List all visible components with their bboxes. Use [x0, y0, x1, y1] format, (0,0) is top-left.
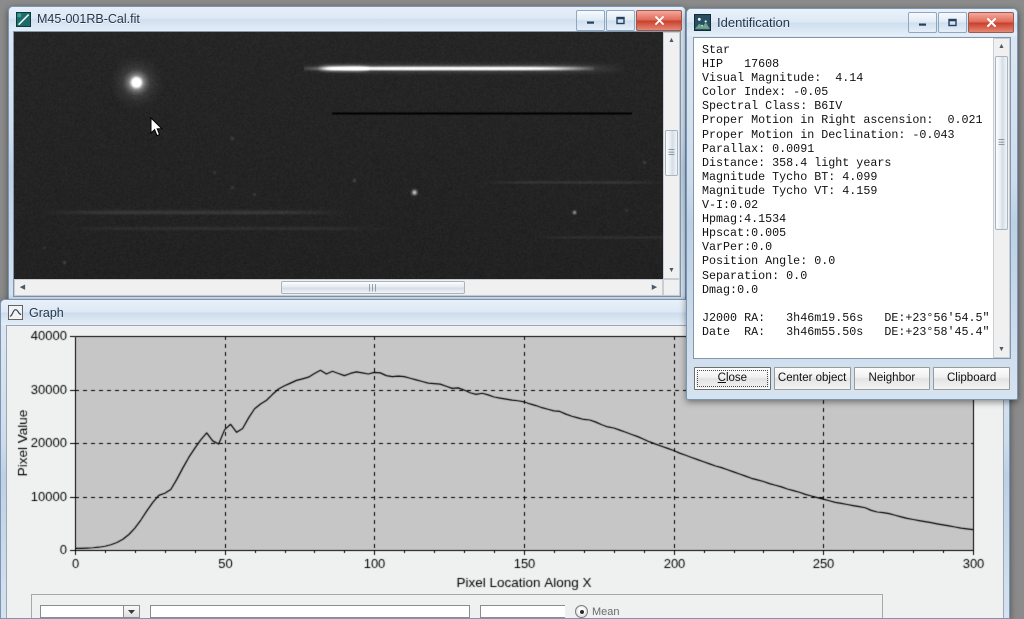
- identification-body-text: Star HIP 17608 Visual Magnitude: 4.14 Co…: [702, 43, 990, 339]
- image-vertical-scrollbar[interactable]: ▲ ☰ ▼: [663, 32, 680, 279]
- identification-button-row[interactable]: Close Center object Neighbor Clipboard: [693, 359, 1011, 393]
- scroll-left-icon[interactable]: ◀: [15, 280, 30, 295]
- mean-radio-label: Mean: [592, 605, 620, 618]
- minimize-icon[interactable]: [576, 10, 605, 31]
- mean-radio[interactable]: [575, 605, 588, 618]
- sky-image-canvas-wrap[interactable]: [14, 32, 663, 279]
- graph-window-title: Graph: [29, 305, 64, 320]
- image-window-titlebar[interactable]: M45-001RB-Cal.fit: [9, 7, 685, 31]
- identification-title: Identification: [717, 15, 790, 30]
- scroll-right-icon[interactable]: ▶: [647, 280, 662, 295]
- sky-image[interactable]: [14, 32, 663, 279]
- identification-scroll-thumb[interactable]: ☰: [995, 56, 1008, 230]
- identification-textbox[interactable]: Star HIP 17608 Visual Magnitude: 4.14 Co…: [693, 37, 1011, 359]
- vertical-scroll-thumb[interactable]: ☰: [665, 130, 678, 176]
- image-window[interactable]: M45-001RB-Cal.fit ▲ ☰ ▼ ◀ ||| ▶: [8, 6, 686, 302]
- maximize-icon[interactable]: [606, 10, 635, 31]
- neighbor-button[interactable]: Neighbor: [853, 366, 931, 390]
- fits-image-icon: [16, 11, 31, 27]
- mouse-cursor-icon: [150, 117, 163, 137]
- image-window-controls[interactable]: [576, 10, 682, 31]
- close-button[interactable]: Close: [694, 366, 771, 390]
- minimize-icon[interactable]: [908, 12, 937, 33]
- identification-controls[interactable]: [908, 12, 1014, 33]
- image-horizontal-scrollbar[interactable]: ◀ ||| ▶: [14, 279, 663, 296]
- close-icon[interactable]: [636, 10, 682, 31]
- scroll-up-icon[interactable]: ▲: [664, 33, 679, 48]
- mean-radio-group[interactable]: Mean: [575, 605, 620, 618]
- close-icon[interactable]: [968, 12, 1014, 33]
- graph-controls-strip[interactable]: Mean: [31, 594, 883, 618]
- identification-client[interactable]: Star HIP 17608 Visual Magnitude: 4.14 Co…: [693, 37, 1011, 393]
- scrollbar-corner: [663, 279, 680, 296]
- expression-input[interactable]: [150, 605, 470, 618]
- clipboard-button[interactable]: Clipboard: [933, 366, 1010, 390]
- image-window-title: M45-001RB-Cal.fit: [37, 12, 140, 26]
- identification-scrollbar[interactable]: ▲ ☰ ▼: [993, 38, 1010, 358]
- horizontal-scroll-thumb[interactable]: |||: [281, 281, 465, 294]
- identification-dialog[interactable]: Identification Star HIP 17608 Visual Mag…: [686, 8, 1018, 400]
- chevron-down-icon[interactable]: [123, 606, 139, 617]
- scroll-up-icon[interactable]: ▲: [994, 39, 1009, 54]
- graph-curve-icon: [8, 305, 23, 320]
- scroll-down-icon[interactable]: ▼: [994, 342, 1009, 357]
- star-catalog-icon: [694, 14, 711, 31]
- column-select-combo[interactable]: [40, 605, 140, 618]
- value-input[interactable]: [480, 605, 565, 618]
- image-client-area[interactable]: ▲ ☰ ▼ ◀ ||| ▶: [13, 31, 681, 297]
- center-object-button[interactable]: Center object: [773, 366, 851, 390]
- maximize-icon[interactable]: [938, 12, 967, 33]
- scroll-down-icon[interactable]: ▼: [664, 263, 679, 278]
- identification-titlebar[interactable]: Identification: [687, 9, 1017, 36]
